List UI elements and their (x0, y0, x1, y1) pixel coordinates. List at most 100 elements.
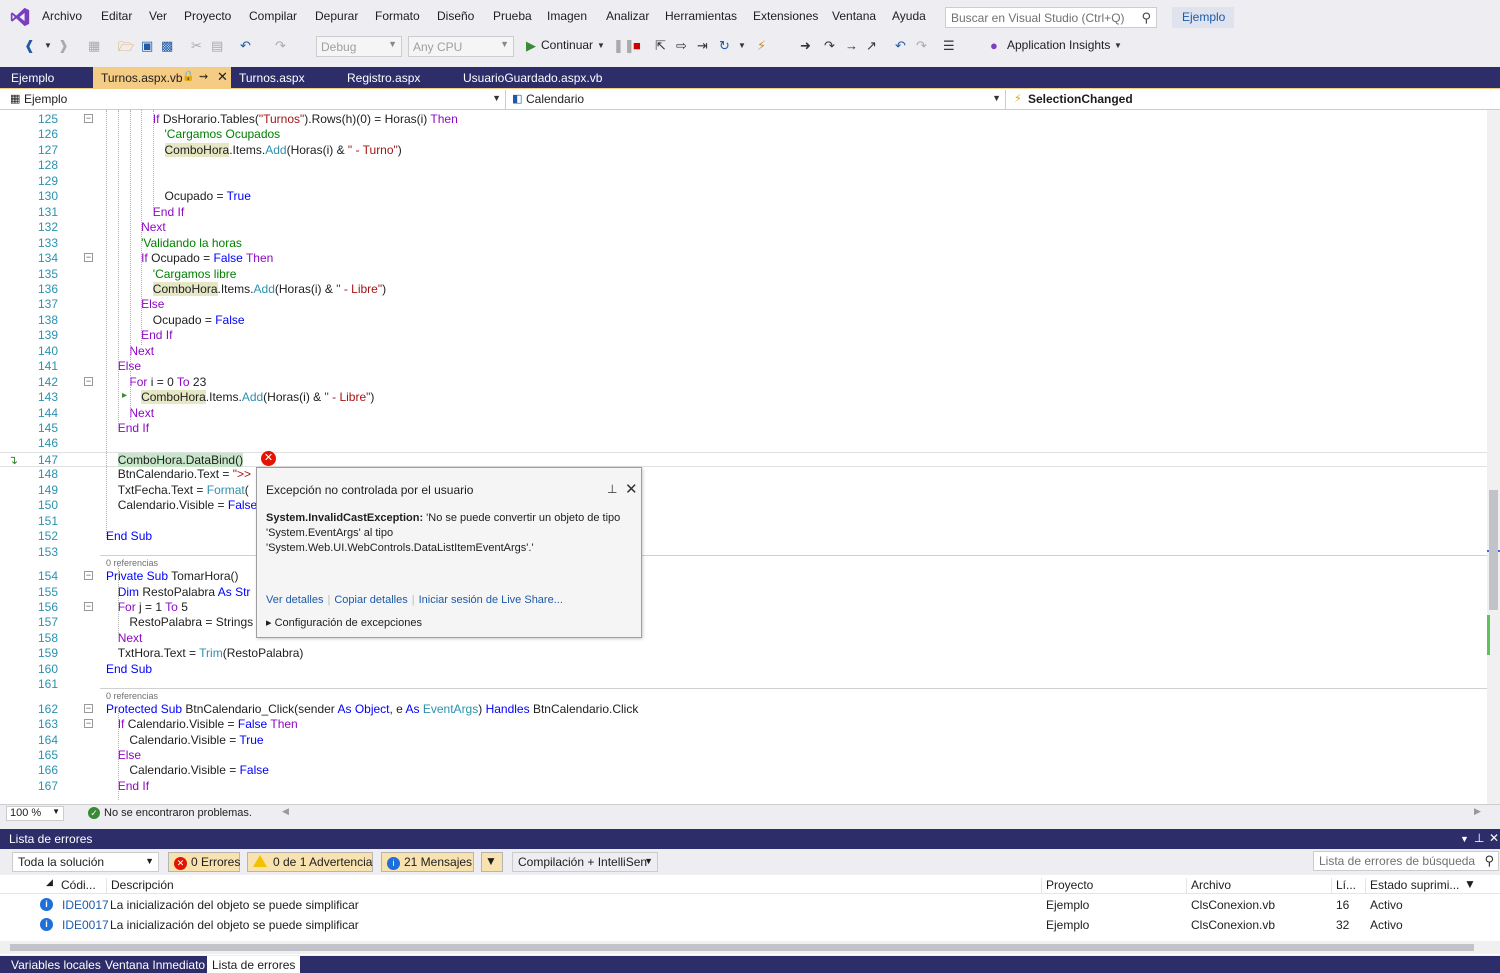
code-line[interactable]: 144 Next (0, 406, 1487, 421)
run-to-click-icon[interactable]: ▸ (122, 390, 127, 401)
refresh-icon[interactable]: ↻ (719, 38, 730, 54)
continue-button[interactable]: Continuar (541, 38, 593, 52)
code-cell[interactable]: IDE0017 (62, 918, 109, 932)
code-line[interactable]: 130 Ocupado = True (0, 189, 1487, 204)
messages-filter-button[interactable]: i 21 Mensajes (381, 852, 474, 872)
code-line[interactable]: 135 'Cargamos libre (0, 267, 1487, 282)
paste-icon[interactable]: ▤ (211, 38, 223, 54)
step-out-icon[interactable]: ↗ (866, 38, 877, 54)
redo-icon[interactable]: ↷ (275, 38, 286, 54)
copy-details-link[interactable]: Copiar detalles (334, 594, 407, 606)
platform-select[interactable]: Any CPU ▼ (408, 36, 514, 57)
collapse-icon[interactable]: − (84, 719, 93, 729)
references-codelens[interactable]: 0 referencias (106, 691, 158, 701)
references-codelens[interactable]: 0 referencias (106, 558, 158, 568)
project-select[interactable]: ▦ Ejemplo ▼ (6, 90, 506, 109)
pin-icon[interactable]: ⊥ (607, 482, 617, 496)
menu-item[interactable]: Ventana (832, 9, 876, 23)
code-line[interactable]: 149 TxtFecha.Text = Format( (0, 483, 1487, 498)
column-line[interactable]: Lí... (1331, 878, 1365, 894)
chevron-down-icon[interactable]: ▼ (44, 41, 52, 50)
menu-item[interactable]: Editar (101, 9, 132, 23)
column-suppression-state[interactable]: Estado suprimi... (1365, 878, 1500, 894)
code-line[interactable]: 133 'Validando la horas (0, 236, 1487, 251)
forward-icon[interactable]: ❱ (58, 38, 69, 54)
pause-icon[interactable]: ❚❚ (613, 38, 635, 54)
code-line[interactable]: 148 BtnCalendario.Text = ">> (0, 467, 1487, 482)
chevron-down-icon[interactable]: ▼ (1460, 834, 1469, 844)
tab-registro-aspx[interactable]: Registro.aspx (339, 67, 455, 88)
scope-select[interactable]: Toda la solución ▼ (12, 852, 159, 872)
code-line[interactable]: 161 (0, 677, 1487, 692)
tab-turnos-aspx[interactable]: Turnos.aspx (231, 67, 339, 88)
back-icon[interactable]: ❰ (24, 38, 35, 54)
code-line[interactable]: 138 Ocupado = False (0, 313, 1487, 328)
code-line[interactable]: 152 End Sub (0, 529, 1487, 544)
code-line[interactable]: 167 End If (0, 779, 1487, 794)
menu-item[interactable]: Archivo (42, 9, 82, 23)
pin-icon[interactable]: ⊥ (1474, 831, 1484, 845)
code-line[interactable]: 156 − For j = 1 To 5 (0, 600, 1487, 615)
tab-usuarioguardado-aspx-vb[interactable]: UsuarioGuardado.aspx.vb (455, 67, 633, 88)
menu-item[interactable]: Diseño (437, 9, 474, 23)
menu-item[interactable]: Proyecto (184, 9, 231, 23)
code-line[interactable]: 136 ComboHora.Items.Add(Horas(i) & " - Li… (0, 281, 1487, 297)
error-list-search-input[interactable]: Lista de errores de búsqueda ⚲ (1313, 851, 1499, 871)
code-line[interactable]: 142 − For i = 0 To 23 (0, 375, 1487, 390)
pin-icon[interactable]: ⇝ (199, 70, 208, 83)
collapse-icon[interactable]: − (84, 703, 93, 713)
close-icon[interactable]: ✕ (1489, 831, 1499, 845)
application-insights-button[interactable]: Application Insights (1007, 38, 1110, 52)
code-line[interactable]: 153 (0, 545, 1487, 560)
code-line[interactable]: 132 Next (0, 220, 1487, 235)
code-line[interactable]: 166 Calendario.Visible = False (0, 763, 1487, 778)
tab-turnos-aspx-vb[interactable]: Turnos.aspx.vb 🔒 ⇝ ✕ (93, 67, 231, 88)
solution-name-badge[interactable]: Ejemplo (1172, 7, 1234, 28)
menu-item[interactable]: Formato (375, 9, 420, 23)
code-line[interactable]: 157 RestoPalabra = Strings (0, 615, 1487, 630)
menu-item[interactable]: Ayuda (892, 9, 926, 23)
code-line[interactable]: 150 Calendario.Visible = False (0, 498, 1487, 513)
sort-icon[interactable]: ◢ (46, 877, 53, 888)
chevron-down-icon[interactable]: ▼ (738, 41, 746, 50)
column-description[interactable]: Descripción (106, 878, 1042, 894)
menu-item[interactable]: Imagen (547, 9, 587, 23)
configuration-select[interactable]: Debug ▼ (316, 36, 402, 57)
menu-item[interactable]: Prueba (493, 9, 532, 23)
collapse-icon[interactable]: − (84, 376, 93, 386)
tab-ejemplo[interactable]: Ejemplo (3, 67, 93, 88)
code-line[interactable]: 131 End If (0, 205, 1487, 220)
filter-toggle-button[interactable]: ▼ (481, 852, 503, 872)
code-line[interactable]: 158 Next (0, 631, 1487, 646)
code-line[interactable]: 147 ComboHora.DataBind() ↴ (0, 451, 1487, 467)
code-line[interactable]: 127 ComboHora.Items.Add(Horas(i) & " - Tu… (0, 142, 1487, 158)
step-into-icon[interactable]: ⇥ (697, 38, 708, 54)
menu-item[interactable]: Herramientas (665, 9, 737, 23)
build-intellisense-select[interactable]: Compilación + IntelliSen ▼ (512, 852, 658, 872)
menu-item[interactable]: Extensiones (753, 9, 818, 23)
new-project-icon[interactable]: ▦ (88, 38, 100, 54)
stop-icon[interactable]: ■ (633, 38, 641, 53)
show-next-statement-icon[interactable]: ➜ (800, 38, 811, 54)
code-line[interactable]: 143 ComboHora.Items.Add(Horas(i) & " - Li… (0, 390, 1487, 405)
column-file[interactable]: Archivo (1186, 878, 1332, 894)
code-cell[interactable]: IDE0017 (62, 898, 109, 912)
event-select[interactable]: ⚡ SelectionChanged (1010, 90, 1500, 109)
step-in-icon[interactable]: ↷ (824, 38, 835, 54)
undo-icon[interactable]: ↶ (240, 38, 251, 54)
code-line[interactable]: 125 − If DsHorario.Tables("Turnos").Rows(h… (0, 112, 1487, 127)
code-line[interactable]: 165 Else (0, 748, 1487, 763)
column-project[interactable]: Proyecto (1041, 878, 1186, 894)
save-all-icon[interactable]: ▩ (161, 38, 173, 54)
scroll-thumb[interactable] (1489, 490, 1498, 610)
live-share-link[interactable]: Iniciar sesión de Live Share... (419, 594, 563, 606)
errors-filter-button[interactable]: ✕ 0 Errores (168, 852, 240, 872)
continue-play-icon[interactable]: ▶ (526, 38, 536, 54)
undo2-icon[interactable]: ↶ (895, 38, 906, 54)
hot-reload-icon[interactable]: ⚡ (757, 38, 766, 54)
code-line[interactable]: 162 − Protected Sub BtnCalendario_Click(se… (0, 702, 1487, 717)
collapse-icon[interactable]: − (84, 114, 93, 123)
zoom-select[interactable]: 100 % ▼ (6, 806, 64, 821)
table-row[interactable]: i IDE0017 La inicialización del objeto se … (0, 915, 1500, 935)
code-line[interactable]: 129 (0, 174, 1487, 189)
